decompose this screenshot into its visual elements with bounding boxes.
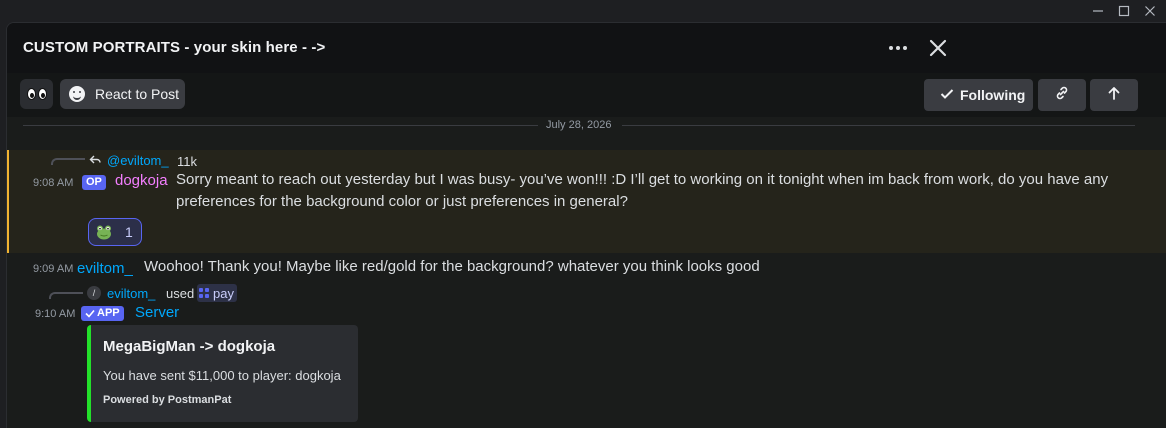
- command-username[interactable]: eviltom_: [107, 286, 155, 301]
- slash-command-icon: /: [87, 286, 101, 300]
- react-to-post-label: React to Post: [95, 86, 180, 102]
- following-label: Following: [960, 87, 1026, 103]
- react-to-post-button[interactable]: React to Post: [60, 79, 185, 109]
- eyes-icon: [26, 88, 36, 100]
- timestamp: 9:09 AM: [33, 263, 74, 275]
- frog-reaction[interactable]: 1: [88, 218, 142, 246]
- op-badge: OP: [82, 175, 106, 190]
- embed-description: You have sent $11,000 to player: dogkoja: [103, 368, 341, 383]
- reaction-count: 1: [125, 224, 133, 240]
- maximize-icon[interactable]: [1116, 3, 1132, 19]
- following-button[interactable]: Following: [924, 79, 1033, 111]
- frog-emoji-icon: [95, 224, 113, 240]
- post-toolbar: React to Post Following: [7, 73, 1166, 117]
- embed-footer: Powered by PostmanPat: [103, 394, 232, 406]
- author-name[interactable]: Server: [135, 304, 179, 321]
- message-text: Sorry meant to reach out yesterday but I…: [176, 171, 1109, 210]
- app-badge: APP: [81, 306, 124, 321]
- author-name[interactable]: eviltom_: [77, 260, 133, 277]
- copy-link-button[interactable]: [1038, 79, 1086, 111]
- timestamp: 9:10 AM: [35, 308, 76, 320]
- reply-username[interactable]: @eviltom_: [107, 153, 169, 168]
- app-badge-label: APP: [97, 307, 120, 319]
- verified-check-icon: [85, 309, 95, 318]
- close-thread-icon[interactable]: [925, 35, 951, 61]
- reply-arrow-icon: [89, 153, 101, 171]
- author-name[interactable]: dogkoja: [115, 172, 168, 189]
- link-icon: [1054, 85, 1070, 106]
- command-connector: [49, 292, 83, 299]
- reply-preview[interactable]: 11k: [177, 154, 197, 169]
- date-divider: July 28, 2026: [542, 119, 616, 131]
- command-mention[interactable]: pay: [197, 284, 237, 302]
- thread-panel: CUSTOM PORTRAITS - your skin here - -> R…: [6, 22, 1166, 428]
- window-titlebar: [0, 0, 1166, 22]
- minimize-icon[interactable]: [1090, 3, 1106, 19]
- scroll-to-top-button[interactable]: [1090, 79, 1138, 111]
- message-highlighted: @eviltom_ 11k 9:08 AM OP dogkoja Sorry m…: [7, 150, 1166, 253]
- more-options-icon[interactable]: [885, 35, 911, 61]
- thread-header: CUSTOM PORTRAITS - your skin here - ->: [7, 23, 1166, 73]
- eyes-reaction-chip[interactable]: [20, 79, 53, 109]
- reply-connector: [51, 158, 85, 165]
- command-grid-icon: [199, 288, 209, 298]
- command-used-text: used: [166, 286, 195, 301]
- close-icon[interactable]: [1142, 3, 1158, 19]
- date-divider-right: [622, 125, 1135, 126]
- thread-title: CUSTOM PORTRAITS - your skin here - ->: [23, 39, 326, 56]
- date-divider-left: [23, 125, 538, 126]
- message-text-line1: Sorry meant to reach out yesterday but I…: [176, 169, 1136, 213]
- smile-icon: [69, 86, 85, 102]
- command-name: pay: [213, 285, 234, 301]
- embed-card: MegaBigMan -> dogkoja You have sent $11,…: [87, 325, 358, 422]
- check-icon: [940, 87, 954, 103]
- embed-title: MegaBigMan -> dogkoja: [103, 338, 276, 355]
- timestamp: 9:08 AM: [33, 177, 74, 189]
- eyes-icon-right: [37, 88, 47, 100]
- message-text: Woohoo! Thank you! Maybe like red/gold f…: [144, 258, 760, 275]
- arrow-up-icon: [1106, 85, 1122, 106]
